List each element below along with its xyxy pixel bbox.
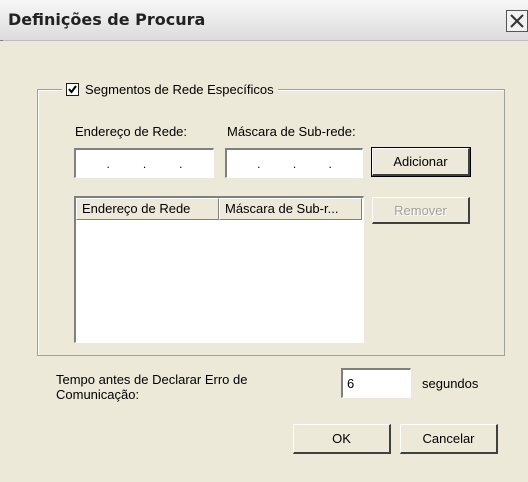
ip-dot: . <box>257 156 261 171</box>
ip-dot: . <box>328 156 332 171</box>
specific-segments-label: Segmentos de Rede Específicos <box>85 81 274 97</box>
timeout-label-line1: Tempo antes de Declarar Erro de <box>56 372 248 387</box>
window-title: Definições de Procura <box>8 10 206 29</box>
ip-dot: . <box>292 156 297 171</box>
timeout-label: Tempo antes de Declarar Erro de Comunica… <box>56 372 247 402</box>
segments-list[interactable]: Endereço de Rede Máscara de Sub-r... <box>74 196 364 343</box>
specific-segments-checkbox[interactable] <box>66 82 79 96</box>
timeout-seconds-input[interactable] <box>341 368 411 398</box>
subnet-mask-label: Máscara de Sub-rede: <box>227 124 356 139</box>
specific-segments-toggle[interactable]: Segmentos de Rede Específicos <box>62 79 278 99</box>
column-header-subnet-mask[interactable]: Máscara de Sub-r... <box>219 198 362 220</box>
subnet-mask-field[interactable]: . . . <box>225 148 363 178</box>
dialog-window: Definições de Procura Segmentos de Rede … <box>0 0 528 482</box>
title-bar[interactable]: Definições de Procura <box>0 0 528 41</box>
network-address-field[interactable]: . . . <box>74 148 214 178</box>
network-address-label: Endereço de Rede: <box>75 124 188 139</box>
ip-dot: . <box>106 156 110 171</box>
close-icon <box>510 14 524 28</box>
seconds-unit-label: segundos <box>422 376 479 391</box>
ok-button[interactable]: OK <box>293 424 391 454</box>
remove-button[interactable]: Remover <box>372 197 470 224</box>
column-header-network-address[interactable]: Endereço de Rede <box>76 198 219 220</box>
checkmark-icon <box>68 84 77 94</box>
add-button[interactable]: Adicionar <box>371 147 471 177</box>
ip-dot: . <box>142 156 147 171</box>
close-button[interactable] <box>506 10 528 32</box>
timeout-label-line2: Comunicação: <box>56 387 140 402</box>
ip-dot: . <box>179 156 183 171</box>
cancel-button[interactable]: Cancelar <box>400 424 498 454</box>
